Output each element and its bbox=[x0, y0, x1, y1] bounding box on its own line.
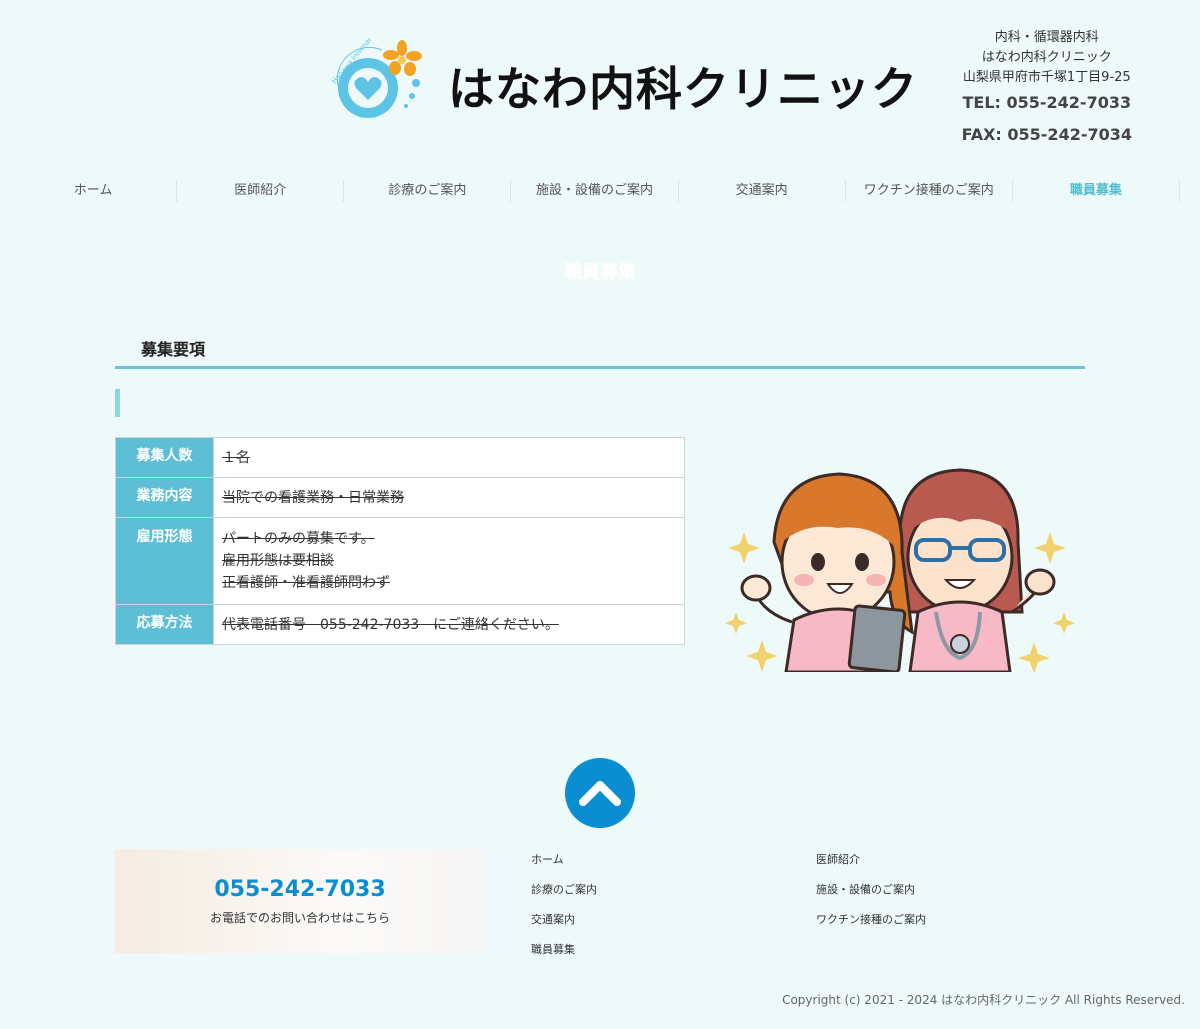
clinic-logo-icon: Hanawa Internal Medicine Clinic bbox=[330, 0, 430, 133]
table-row: 雇用形態 パートのみの募集です。 雇用形態は要相談 正看護師・准看護師問わず bbox=[115, 517, 685, 605]
table-row: 募集人数 １名 bbox=[115, 437, 685, 478]
row-label: 業務内容 bbox=[115, 477, 214, 518]
nav-item-doctor[interactable]: 医師紹介 bbox=[177, 180, 345, 202]
address: 山梨県甲府市千塚1丁目9-25 bbox=[962, 70, 1131, 85]
fax-number: FAX: 055-242-7034 bbox=[961, 125, 1132, 144]
footer-link-doctor[interactable]: 医師紹介 bbox=[816, 852, 926, 882]
row-value-line: パートのみの募集です。 bbox=[222, 531, 375, 547]
footer-link-facilities[interactable]: 施設・設備のご案内 bbox=[816, 882, 926, 912]
subheading-bar bbox=[115, 389, 120, 417]
nurses-illustration bbox=[722, 462, 1077, 674]
section-title: 募集要項 bbox=[141, 340, 206, 359]
section-header: 募集要項 bbox=[115, 336, 1085, 369]
footer-link-home[interactable]: ホーム bbox=[531, 852, 597, 882]
row-label: 雇用形態 bbox=[115, 517, 214, 605]
nav-item-access[interactable]: 交通案内 bbox=[679, 180, 846, 202]
footer-link-vaccine[interactable]: ワクチン接種のご案内 bbox=[816, 912, 926, 942]
footer-phone-note: お電話でのお問い合わせはこちら bbox=[209, 911, 390, 925]
departments: 内科・循環器内科 bbox=[994, 30, 1099, 45]
row-label: 募集人数 bbox=[115, 437, 214, 478]
back-to-top-button[interactable] bbox=[565, 758, 635, 828]
nav-item-home[interactable]: ホーム bbox=[10, 180, 178, 202]
row-value: １名 bbox=[213, 437, 685, 478]
row-value-line: 雇用形態は要相談 bbox=[222, 553, 334, 569]
phone-banner[interactable]: 055-242-7033 お電話でのお問い合わせはこちら bbox=[115, 849, 485, 953]
clinic-contact-block: 内科・循環器内科 はなわ内科クリニック 山梨県甲府市千塚1丁目9-25 TEL:… bbox=[962, 28, 1132, 146]
footer-link-recruit[interactable]: 職員募集 bbox=[531, 942, 597, 972]
main-nav: ホーム 医師紹介 診療のご案内 施設・設備のご案内 交通案内 ワクチン接種のご案… bbox=[10, 180, 1180, 202]
row-value: 当院での看護業務・日常業務 bbox=[213, 477, 685, 518]
row-label: 応募方法 bbox=[115, 604, 214, 645]
row-value: 代表電話番号 055-242-7033 にご連絡ください。 bbox=[213, 604, 685, 645]
table-row: 業務内容 当院での看護業務・日常業務 bbox=[115, 477, 685, 518]
row-value-line: 当院での看護業務・日常業務 bbox=[222, 490, 404, 506]
row-value: パートのみの募集です。 雇用形態は要相談 正看護師・准看護師問わず bbox=[213, 517, 685, 605]
nav-item-facilities[interactable]: 施設・設備のご案内 bbox=[511, 180, 679, 202]
footer-link-medical-info[interactable]: 診療のご案内 bbox=[531, 882, 597, 912]
tel-number[interactable]: TEL: 055-242-7033 bbox=[962, 92, 1132, 114]
row-value-line: 正看護師・准看護師問わず bbox=[222, 575, 390, 591]
requirements-table: 募集人数 １名 業務内容 当院での看護業務・日常業務 雇用形態 パートのみの募集… bbox=[115, 437, 685, 645]
copyright: Copyright (c) 2021 - 2024 はなわ内科クリニック All… bbox=[782, 993, 1185, 1007]
row-value-line: １名 bbox=[222, 450, 250, 466]
nav-item-vaccine[interactable]: ワクチン接種のご案内 bbox=[846, 180, 1013, 202]
footer-links-col1: ホーム 診療のご案内 交通案内 職員募集 bbox=[531, 852, 597, 972]
footer-links-col2: 医師紹介 施設・設備のご案内 ワクチン接種のご案内 bbox=[816, 852, 926, 942]
clinic-logo[interactable]: Hanawa Internal Medicine Clinic はなわ内科クリニ… bbox=[330, 0, 918, 133]
nav-item-medical-info[interactable]: 診療のご案内 bbox=[344, 180, 512, 202]
footer-link-access[interactable]: 交通案内 bbox=[531, 912, 597, 942]
clinic-name-logo: はなわ内科クリニック bbox=[448, 61, 918, 116]
row-value-line: 代表電話番号 055-242-7033 にご連絡ください。 bbox=[222, 617, 559, 633]
chevron-up-icon bbox=[579, 781, 621, 806]
clinic-name: はなわ内科クリニック bbox=[981, 50, 1112, 65]
page-title: 職員募集 bbox=[564, 262, 636, 283]
nav-item-recruit[interactable]: 職員募集 bbox=[1013, 180, 1180, 202]
footer-phone-number[interactable]: 055-242-7033 bbox=[115, 877, 485, 902]
table-row: 応募方法 代表電話番号 055-242-7033 にご連絡ください。 bbox=[115, 604, 685, 645]
